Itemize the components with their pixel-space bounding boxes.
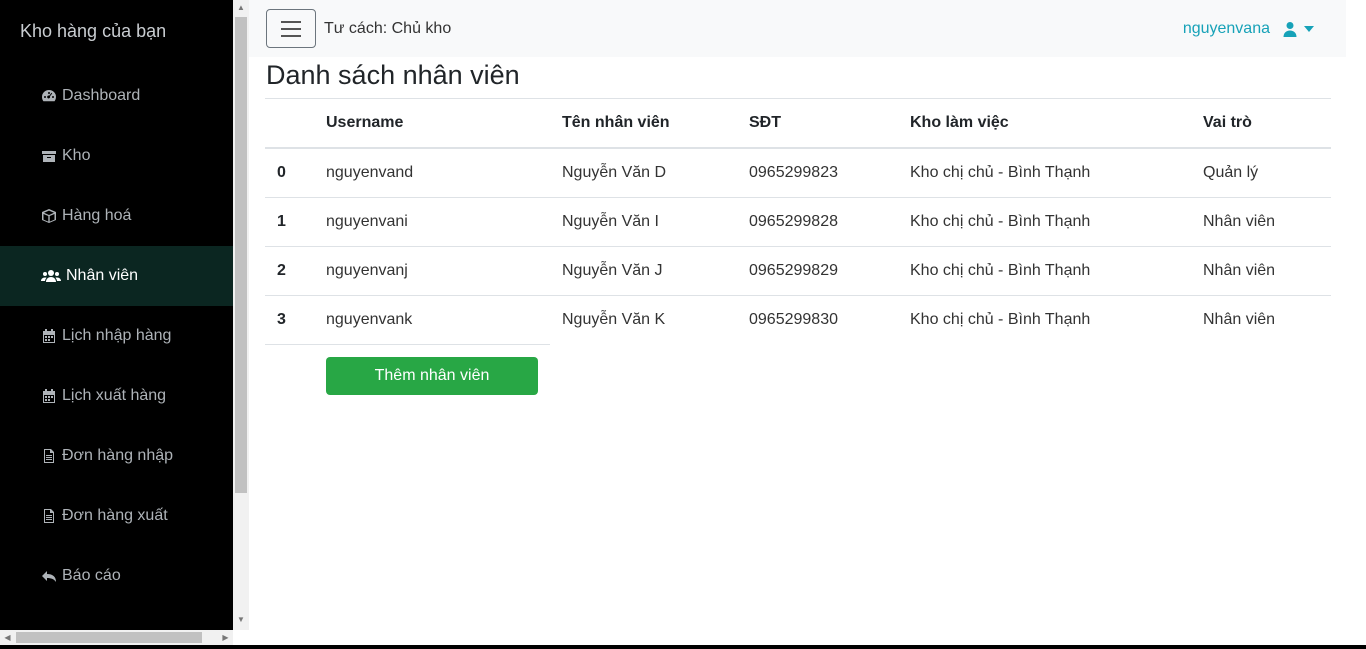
row-role: Nhân viên bbox=[1203, 197, 1331, 247]
scroll-up-arrow-icon[interactable]: ▲ bbox=[233, 0, 249, 16]
scrollbar-thumb[interactable] bbox=[16, 632, 202, 643]
row-warehouse: Kho chị chủ - Bình Thạnh bbox=[910, 148, 1203, 198]
row-role: Nhân viên bbox=[1203, 246, 1331, 296]
scrollbar-corner bbox=[233, 630, 249, 645]
hamburger-icon bbox=[281, 20, 301, 37]
sidebar-item-label: Lịch nhập hàng bbox=[62, 327, 172, 344]
sidebar-item-bao-cao[interactable]: Báo cáo bbox=[0, 546, 233, 606]
dashboard-icon bbox=[40, 88, 58, 104]
calendar-icon bbox=[40, 388, 58, 404]
document-icon bbox=[40, 448, 58, 464]
sidebar-item-lich-nhap-hang[interactable]: Lịch nhập hàng bbox=[0, 306, 233, 366]
role-label: Tư cách: Chủ kho bbox=[324, 20, 452, 37]
sidebar-item-hang-hoa[interactable]: Hàng hoá bbox=[0, 186, 233, 246]
sidebar-item-don-hang-nhap[interactable]: Đơn hàng nhập bbox=[0, 426, 233, 486]
username: nguyenvana bbox=[1182, 20, 1270, 37]
column-header-index bbox=[265, 99, 326, 149]
caret-down-icon bbox=[1304, 26, 1314, 32]
column-header-phone: SĐT bbox=[749, 99, 910, 149]
row-username: nguyenvani bbox=[326, 197, 562, 247]
column-header-role: Vai trò bbox=[1203, 99, 1331, 149]
table-row[interactable]: 2 nguyenvanj Nguyễn Văn J 0965299829 Kho… bbox=[265, 246, 1331, 296]
row-name: Nguyễn Văn D bbox=[562, 148, 749, 198]
menu-toggle-button[interactable] bbox=[266, 9, 316, 48]
row-role: Nhân viên bbox=[1203, 310, 1276, 328]
brand-title[interactable]: Kho hàng của bạn bbox=[20, 21, 166, 42]
table-row[interactable]: 3 nguyenvank Nguyễn Văn K 0965299830 Kho… bbox=[265, 295, 1331, 344]
sidebar-item-label: Kho bbox=[62, 147, 91, 164]
box-icon bbox=[40, 148, 58, 164]
sidebar-horizontal-scrollbar[interactable]: ◀ ▶ bbox=[0, 630, 233, 645]
sidebar-item-label: Nhân viên bbox=[66, 267, 139, 284]
row-name: Nguyễn Văn K bbox=[562, 310, 666, 328]
user-menu[interactable]: nguyenvana bbox=[1183, 20, 1314, 38]
row-role: Quản lý bbox=[1203, 148, 1331, 198]
page-title: Danh sách nhân viên bbox=[266, 60, 520, 90]
sidebar-item-kho[interactable]: Kho bbox=[0, 126, 233, 186]
add-employee-button[interactable]: Thêm nhân viên bbox=[326, 357, 538, 395]
row-warehouse: Kho chị chủ - Bình Thạnh bbox=[910, 197, 1203, 247]
row-warehouse: Kho chị chủ - Bình Thạnh bbox=[910, 310, 1091, 328]
row-phone: 0965299823 bbox=[749, 148, 910, 198]
row-phone: 0965299828 bbox=[749, 197, 910, 247]
sidebar-item-label: Hàng hoá bbox=[62, 207, 132, 224]
sidebar-item-label: Đơn hàng nhập bbox=[62, 447, 174, 464]
user-icon bbox=[1283, 22, 1297, 37]
row-username: nguyenvanj bbox=[326, 246, 562, 296]
row-warehouse: Kho chị chủ - Bình Thạnh bbox=[910, 246, 1203, 296]
reply-icon bbox=[40, 568, 58, 584]
sidebar-vertical-scrollbar[interactable]: ▲ ▼ bbox=[233, 0, 249, 630]
sidebar-item-label: Đơn hàng xuất bbox=[62, 507, 168, 524]
row-username: nguyenvank bbox=[326, 310, 413, 328]
row-name: Nguyễn Văn I bbox=[562, 197, 749, 247]
add-row-divider bbox=[265, 344, 550, 345]
sidebar: Kho hàng của bạn Dashboard Kho Hàng hoá … bbox=[0, 0, 233, 630]
top-navbar: Tư cách: Chủ kho nguyenvana bbox=[249, 0, 1346, 57]
sidebar-item-label: Báo cáo bbox=[62, 567, 121, 584]
scrollbar-thumb[interactable] bbox=[235, 17, 247, 493]
row-phone: 0965299829 bbox=[749, 246, 910, 296]
sidebar-item-nhan-vien[interactable]: Nhân viên bbox=[0, 246, 233, 306]
column-header-username: Username bbox=[326, 99, 562, 149]
sidebar-item-label: Lịch xuất hàng bbox=[62, 387, 167, 404]
document-icon bbox=[40, 508, 58, 524]
row-index: 1 bbox=[265, 197, 326, 247]
scroll-right-arrow-icon[interactable]: ▶ bbox=[218, 630, 233, 645]
employee-table: Username Tên nhân viên SĐT Kho làm việc … bbox=[265, 99, 1331, 344]
column-header-name: Tên nhân viên bbox=[562, 99, 749, 149]
row-username: nguyenvand bbox=[326, 148, 562, 198]
users-icon bbox=[40, 268, 62, 284]
sidebar-item-lich-xuat-hang[interactable]: Lịch xuất hàng bbox=[0, 366, 233, 426]
table-row[interactable]: 0 nguyenvand Nguyễn Văn D 0965299823 Kho… bbox=[265, 148, 1331, 198]
row-index: 3 bbox=[277, 310, 286, 328]
cube-icon bbox=[40, 208, 58, 224]
row-index: 2 bbox=[265, 246, 326, 296]
sidebar-item-dashboard[interactable]: Dashboard bbox=[0, 66, 233, 126]
column-header-warehouse: Kho làm việc bbox=[910, 99, 1203, 149]
row-index: 0 bbox=[265, 148, 326, 198]
bottom-divider bbox=[0, 645, 1366, 649]
calendar-icon bbox=[40, 328, 58, 344]
table-header-row: Username Tên nhân viên SĐT Kho làm việc … bbox=[265, 99, 1331, 149]
sidebar-item-label: Dashboard bbox=[62, 87, 141, 104]
table-row[interactable]: 1 nguyenvani Nguyễn Văn I 0965299828 Kho… bbox=[265, 197, 1331, 247]
scroll-left-arrow-icon[interactable]: ◀ bbox=[0, 630, 15, 645]
row-phone: 0965299830 bbox=[749, 310, 838, 328]
scroll-down-arrow-icon[interactable]: ▼ bbox=[233, 612, 249, 628]
sidebar-item-don-hang-xuat[interactable]: Đơn hàng xuất bbox=[0, 486, 233, 546]
row-name: Nguyễn Văn J bbox=[562, 246, 749, 296]
